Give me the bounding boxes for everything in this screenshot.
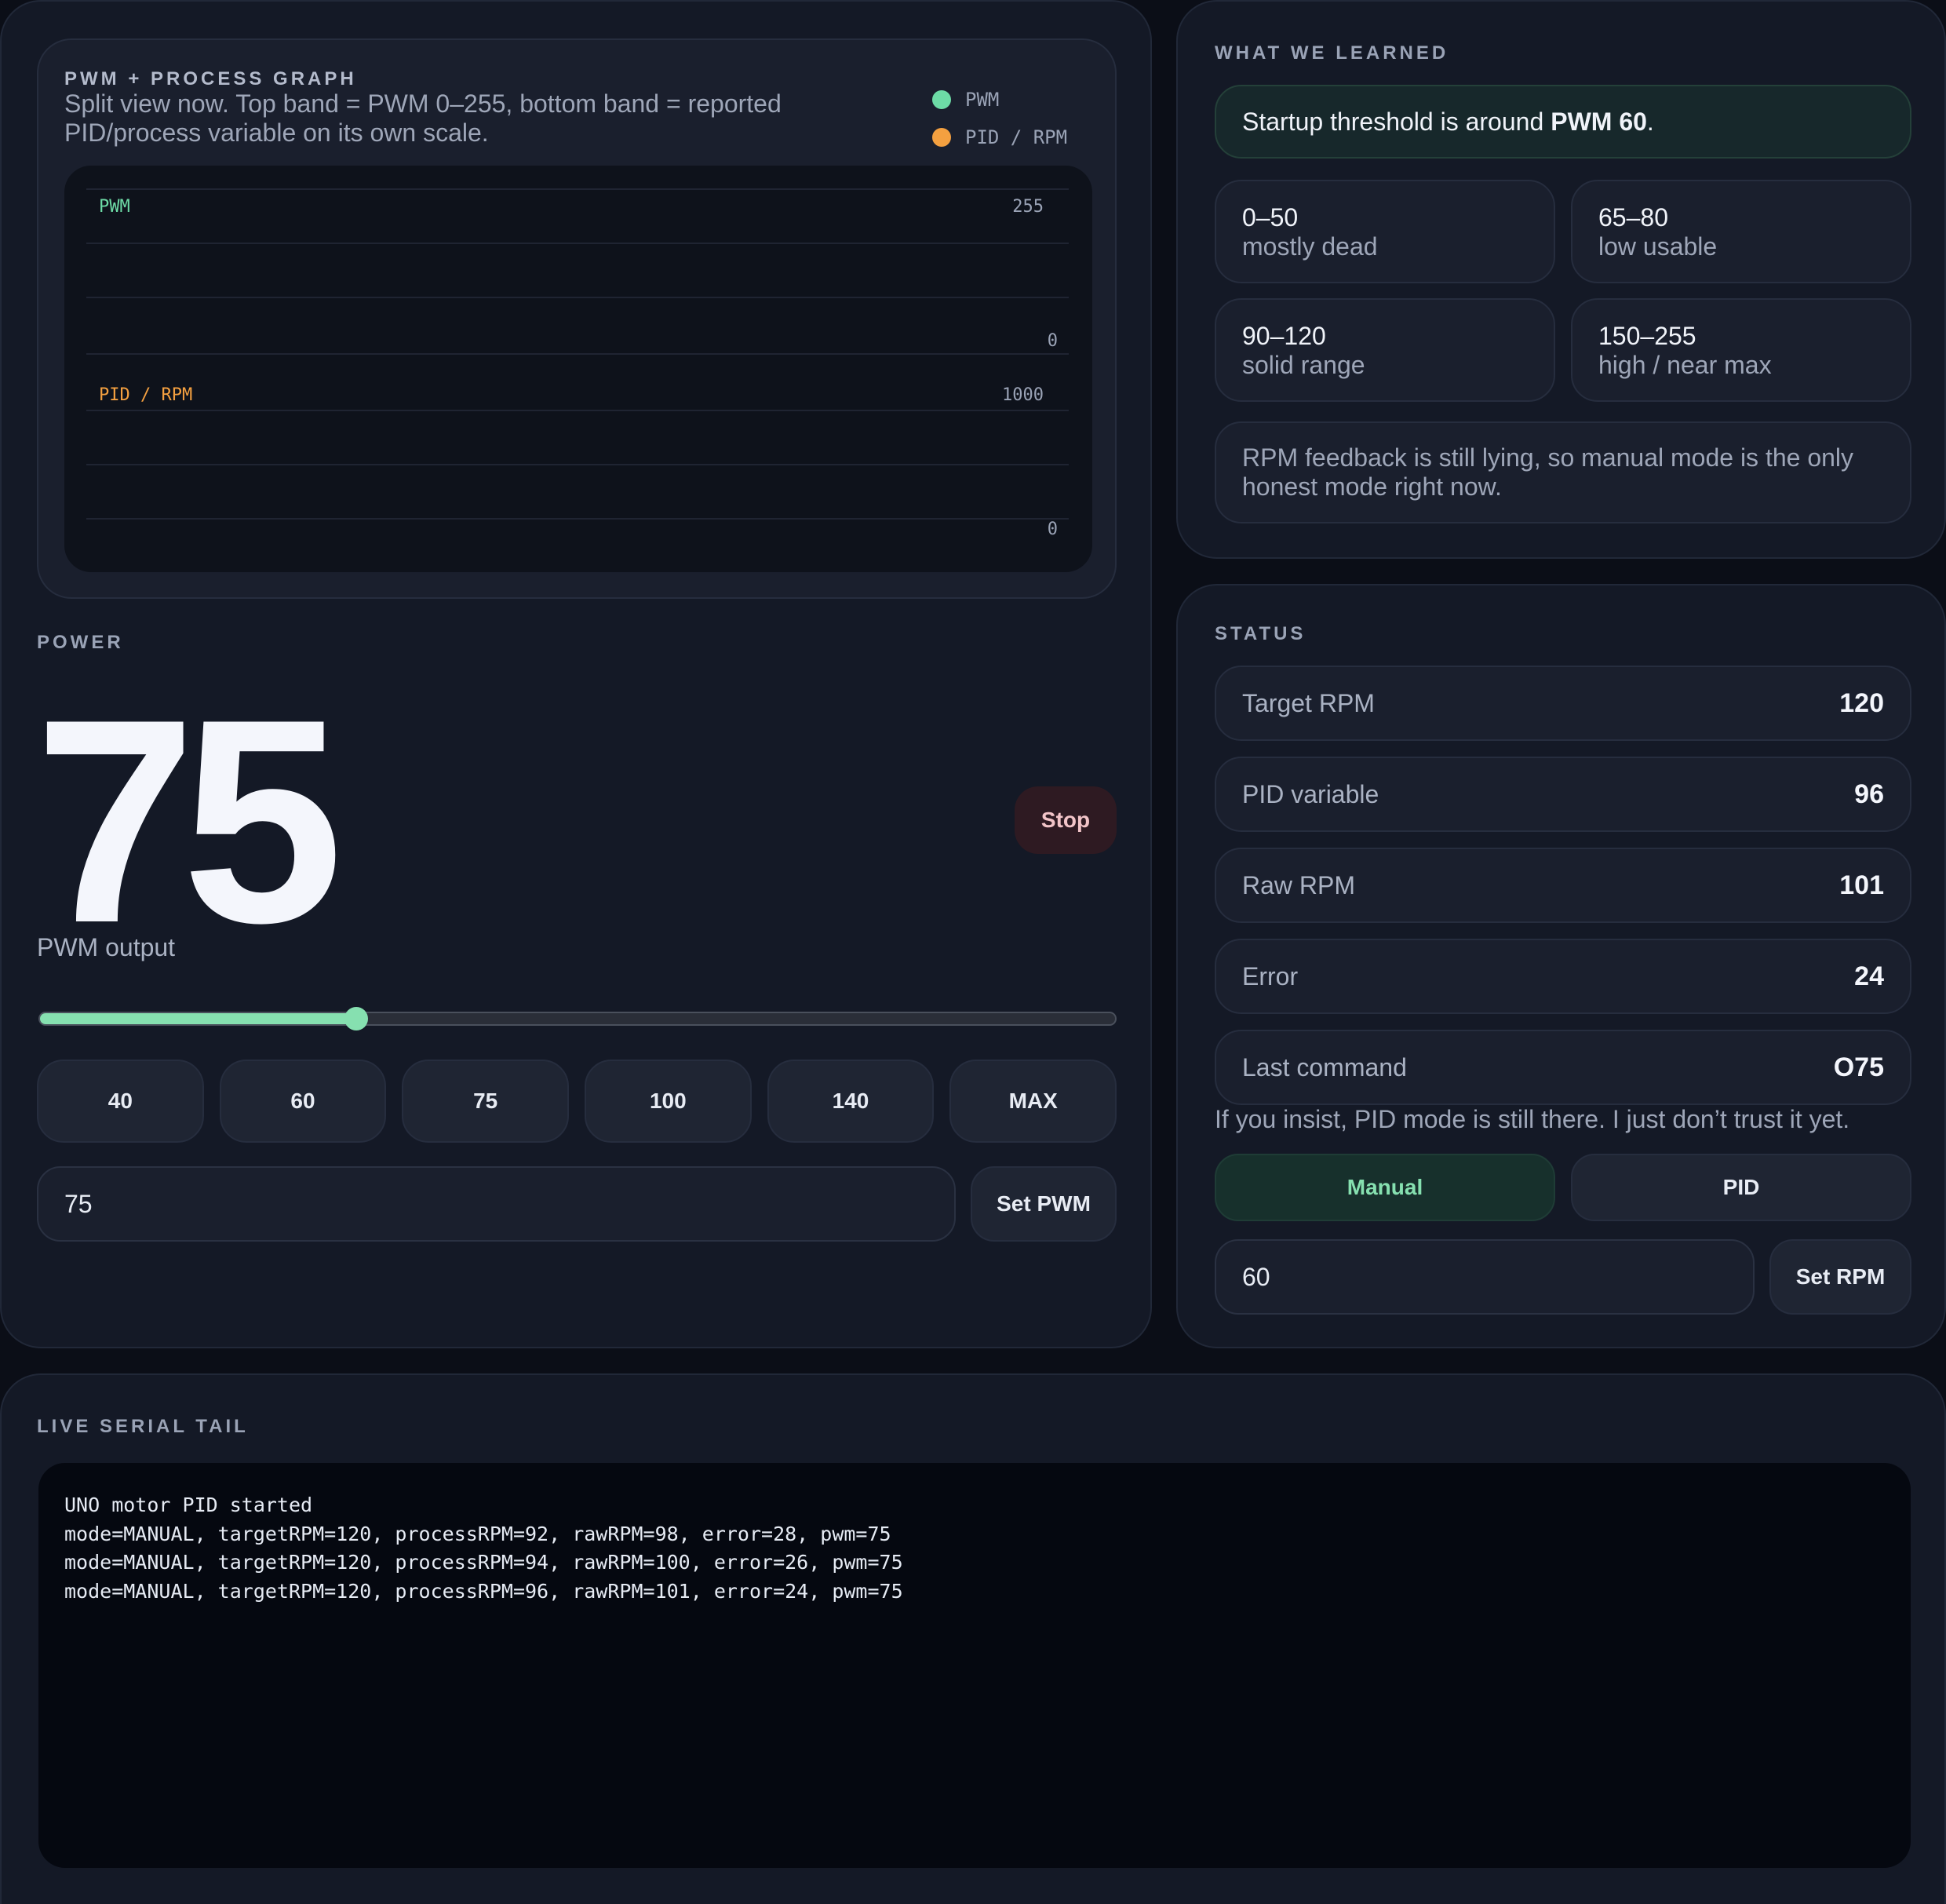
- mode-pid-button[interactable]: PID: [1571, 1154, 1911, 1221]
- pwm-band-label: PWM: [99, 197, 130, 217]
- pwm-band-max: 255: [1012, 197, 1044, 217]
- pid-band-min: 0: [1048, 520, 1058, 539]
- serial-section-label: LIVE SERIAL TAIL: [37, 1416, 249, 1437]
- preset-button-40[interactable]: 40: [37, 1060, 204, 1143]
- status-label: Error: [1242, 961, 1299, 990]
- status-row-error: Error 24: [1215, 939, 1911, 1014]
- range-description: low usable: [1598, 232, 1718, 261]
- learned-panel: WHAT WE LEARNED Startup threshold is aro…: [1176, 0, 1946, 559]
- threshold-note: Startup threshold is around PWM 60 .: [1215, 85, 1911, 159]
- status-label: Target RPM: [1242, 688, 1375, 717]
- status-value: 24: [1854, 961, 1884, 991]
- legend-label-pwm: PWM: [965, 89, 1000, 111]
- power-caption: PWM output: [37, 933, 176, 961]
- threshold-prefix: Startup threshold is around: [1242, 107, 1544, 136]
- status-value: 101: [1839, 870, 1884, 900]
- preset-button-100[interactable]: 100: [585, 1060, 752, 1143]
- range-description: high / near max: [1598, 351, 1772, 379]
- range-card: 65–80 low usable: [1571, 180, 1911, 283]
- threshold-suffix: .: [1646, 107, 1654, 136]
- serial-panel: LIVE SERIAL TAIL UNO motor PID started m…: [0, 1373, 1946, 1904]
- status-row-target-rpm: Target RPM 120: [1215, 666, 1911, 741]
- pwm-slider-fill: [40, 1013, 356, 1024]
- range-card: 90–120 solid range: [1215, 298, 1555, 402]
- status-label: Raw RPM: [1242, 870, 1356, 899]
- log-line: mode=MANUAL, targetRPM=120, processRPM=9…: [64, 1522, 891, 1545]
- pwm-slider[interactable]: [38, 1007, 1117, 1030]
- pid-mode-note: If you insist, PID mode is still there. …: [1215, 1105, 1850, 1133]
- rpm-input[interactable]: 60: [1215, 1239, 1755, 1315]
- power-value: 75: [35, 659, 344, 983]
- set-pwm-button[interactable]: Set PWM: [971, 1166, 1117, 1242]
- status-row-last-command: Last command O75: [1215, 1030, 1911, 1105]
- preset-button-60[interactable]: 60: [219, 1060, 387, 1143]
- log-line: UNO motor PID started: [64, 1494, 313, 1516]
- process-graph-card: PWM + PROCESS GRAPH Split view now. Top …: [37, 38, 1117, 599]
- log-line: mode=MANUAL, targetRPM=120, processRPM=9…: [64, 1551, 903, 1574]
- status-section-label: STATUS: [1215, 623, 1306, 644]
- range-description: mostly dead: [1242, 232, 1378, 261]
- graph-area: PWM 255 0 PID / RPM 1000 0: [64, 166, 1092, 572]
- feedback-note: RPM feedback is still lying, so manual m…: [1215, 421, 1911, 523]
- status-label: Last command: [1242, 1052, 1407, 1081]
- graph-description: Split view now. Top band = PWM 0–255, bo…: [64, 89, 782, 147]
- learned-section-label: WHAT WE LEARNED: [1215, 42, 1449, 64]
- pid-band-max: 1000: [1002, 385, 1044, 405]
- status-label: PID variable: [1242, 779, 1379, 808]
- pid-band-label: PID / RPM: [99, 385, 192, 405]
- stop-button[interactable]: Stop: [1015, 786, 1117, 854]
- pwm-presets: 40 60 75 100 140 MAX: [37, 1060, 1117, 1143]
- graph-title: PWM + PROCESS GRAPH: [64, 68, 357, 89]
- range-description: solid range: [1242, 351, 1365, 379]
- status-value: 120: [1839, 688, 1884, 718]
- threshold-value: PWM 60: [1551, 107, 1647, 136]
- status-panel: STATUS Target RPM 120 PID variable 96 Ra…: [1176, 584, 1946, 1348]
- log-line: mode=MANUAL, targetRPM=120, processRPM=9…: [64, 1579, 903, 1603]
- serial-log[interactable]: UNO motor PID started mode=MANUAL, targe…: [38, 1463, 1911, 1868]
- pwm-input[interactable]: 75: [37, 1166, 956, 1242]
- status-row-raw-rpm: Raw RPM 101: [1215, 848, 1911, 923]
- range-card: 0–50 mostly dead: [1215, 180, 1555, 283]
- mode-manual-button[interactable]: Manual: [1215, 1154, 1555, 1221]
- pwm-band-min: 0: [1048, 331, 1058, 351]
- preset-button-75[interactable]: 75: [402, 1060, 570, 1143]
- range-value: 90–120: [1242, 322, 1326, 350]
- legend-dot-pid: [932, 128, 951, 147]
- legend-dot-pwm: [932, 90, 951, 109]
- legend-item-pwm: PWM: [932, 89, 999, 111]
- graph-canvas: PWM 255 0 PID / RPM 1000 0: [86, 188, 1069, 539]
- range-value: 150–255: [1598, 322, 1696, 350]
- range-card: 150–255 high / near max: [1571, 298, 1911, 402]
- preset-button-max[interactable]: MAX: [949, 1060, 1117, 1143]
- legend-item-pid: PID / RPM: [932, 126, 1067, 148]
- range-value: 0–50: [1242, 203, 1299, 232]
- control-panel: PWM + PROCESS GRAPH Split view now. Top …: [0, 0, 1152, 1348]
- range-value: 65–80: [1598, 203, 1668, 232]
- preset-button-140[interactable]: 140: [767, 1060, 935, 1143]
- status-value: 96: [1854, 779, 1884, 809]
- status-value: O75: [1833, 1052, 1884, 1082]
- legend-label-pid: PID / RPM: [965, 126, 1068, 148]
- set-rpm-button[interactable]: Set RPM: [1769, 1239, 1911, 1315]
- pwm-slider-thumb[interactable]: [344, 1007, 368, 1030]
- power-section-label: POWER: [37, 632, 124, 653]
- status-row-pid-variable: PID variable 96: [1215, 757, 1911, 832]
